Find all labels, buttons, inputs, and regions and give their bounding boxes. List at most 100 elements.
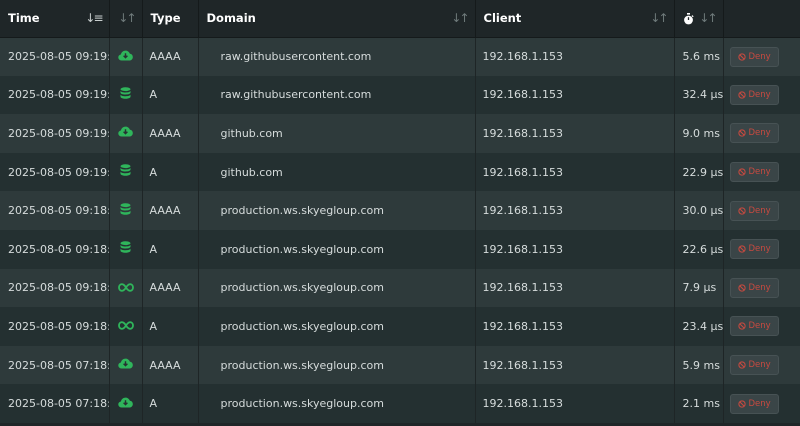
status-cell (109, 384, 143, 423)
action-cell: Deny (723, 229, 800, 269)
action-cell: Deny (723, 345, 800, 385)
database-icon (120, 241, 131, 257)
ban-icon (737, 245, 746, 253)
cloud-download-icon (118, 126, 133, 140)
type-cell: AAAA (142, 345, 199, 385)
type-cell: A (142, 384, 199, 423)
type-cell: A (142, 307, 199, 346)
table-row: 2025-08-05 09:19:01 Araw.githubuserconten… (0, 75, 800, 115)
ban-icon (737, 322, 746, 331)
domain-cell: production.ws.skyegloup.com (198, 229, 476, 269)
deny-button[interactable]: Deny (729, 355, 779, 376)
deny-button[interactable]: Deny (729, 277, 779, 298)
sort-icon[interactable]: ↓↑ (451, 11, 469, 25)
table-row: 2025-08-05 07:18:47 AAAAproduction.ws.sky… (0, 345, 800, 385)
column-header-client[interactable]: Client ↓↑ (475, 0, 675, 38)
domain-cell: github.com (198, 152, 476, 192)
status-cell (109, 37, 143, 76)
column-header-time[interactable]: Time ↓≡ (0, 0, 110, 38)
deny-button-label: Deny (748, 244, 771, 255)
stopwatch-icon (683, 12, 694, 25)
type-cell: AAAA (142, 268, 199, 308)
time-cell: 2025-08-05 09:18:57 (0, 191, 110, 230)
time-cell: 2025-08-05 09:19:01 (0, 152, 110, 192)
ban-icon (737, 361, 746, 369)
client-cell: 192.168.1.153 (475, 191, 675, 230)
client-cell: 192.168.1.153 (475, 384, 675, 423)
table-header-row: Time ↓≡ ↓↑ Type Domain ↓↑ Client ↓↑ ↓↑ (0, 0, 800, 38)
status-cell (109, 114, 143, 153)
status-cell (109, 229, 143, 269)
column-header-duration[interactable]: ↓↑ (674, 0, 724, 38)
column-header-label: Client (483, 11, 522, 26)
client-cell: 192.168.1.153 (475, 114, 675, 153)
deny-button[interactable]: Deny (729, 239, 779, 260)
deny-button[interactable]: Deny (729, 393, 779, 414)
column-header-status[interactable]: ↓↑ (109, 0, 143, 38)
duration-cell: 30.0 µs (674, 191, 724, 230)
deny-button-label: Deny (748, 282, 771, 293)
time-cell: 2025-08-05 09:19:01 (0, 75, 110, 115)
ban-icon (737, 52, 746, 61)
type-cell: AAAA (142, 191, 199, 230)
deny-button[interactable]: Deny (729, 84, 779, 105)
duration-cell: 5.9 ms (674, 345, 724, 385)
action-cell: Deny (723, 191, 800, 230)
cloud-download-icon (118, 358, 133, 372)
client-cell: 192.168.1.153 (475, 37, 675, 76)
column-header-label: Time (8, 11, 40, 26)
deny-button-label: Deny (748, 205, 771, 216)
sort-descending-icon[interactable]: ↓≡ (85, 11, 103, 25)
client-cell: 192.168.1.153 (475, 152, 675, 192)
action-cell: Deny (723, 75, 800, 115)
time-cell: 2025-08-05 09:18:57 (0, 268, 110, 308)
time-cell: 2025-08-05 07:18:47 (0, 345, 110, 385)
deny-button-label: Deny (748, 89, 771, 100)
sort-icon[interactable]: ↓↑ (118, 11, 136, 25)
ban-icon (737, 284, 746, 292)
column-header-type[interactable]: Type (142, 0, 199, 38)
ban-icon (737, 91, 746, 99)
time-cell: 2025-08-05 07:18:47 (0, 384, 110, 423)
time-cell: 2025-08-05 09:19:01 (0, 37, 110, 76)
infinity-icon (117, 320, 134, 333)
infinity-icon (117, 282, 134, 295)
time-cell: 2025-08-05 09:19:01 (0, 114, 110, 153)
domain-cell: production.ws.skyegloup.com (198, 307, 476, 346)
deny-button-label: Deny (748, 51, 771, 62)
type-cell: A (142, 152, 199, 192)
status-cell (109, 345, 143, 385)
status-cell (109, 307, 143, 346)
deny-button[interactable]: Deny (729, 316, 779, 337)
domain-cell: raw.githubusercontent.com (198, 75, 476, 115)
deny-button[interactable]: Deny (729, 123, 779, 144)
table-row: 2025-08-05 09:18:57 Aproduction.ws.skyegl… (0, 307, 800, 346)
column-header-domain[interactable]: Domain ↓↑ (198, 0, 476, 38)
cloud-download-icon (118, 397, 133, 411)
action-cell: Deny (723, 384, 800, 423)
ban-icon (737, 400, 746, 408)
column-header-label: Domain (206, 11, 256, 26)
database-icon (120, 87, 131, 103)
client-cell: 192.168.1.153 (475, 307, 675, 346)
duration-cell: 22.9 µs (674, 152, 724, 192)
table-row: 2025-08-05 09:18:57 AAAAproduction.ws.sky… (0, 268, 800, 308)
domain-cell: github.com (198, 114, 476, 153)
column-header-label: Type (150, 11, 181, 26)
duration-cell: 2.1 ms (674, 384, 724, 423)
deny-button[interactable]: Deny (729, 46, 779, 67)
sort-icon[interactable]: ↓↑ (699, 11, 717, 25)
sort-icon[interactable]: ↓↑ (650, 11, 668, 25)
client-cell: 192.168.1.153 (475, 345, 675, 385)
deny-button[interactable]: Deny (729, 162, 779, 183)
type-cell: A (142, 75, 199, 115)
duration-cell: 22.6 µs (674, 229, 724, 269)
domain-cell: raw.githubusercontent.com (198, 37, 476, 76)
table-row: 2025-08-05 09:18:57 Aproduction.ws.skyegl… (0, 229, 800, 269)
duration-cell: 7.9 µs (674, 268, 724, 308)
time-cell: 2025-08-05 09:18:57 (0, 229, 110, 269)
duration-cell: 9.0 ms (674, 114, 724, 153)
duration-cell: 23.4 µs (674, 307, 724, 346)
table-row: 2025-08-05 09:18:57 AAAAproduction.ws.sky… (0, 191, 800, 230)
deny-button[interactable]: Deny (729, 200, 779, 221)
